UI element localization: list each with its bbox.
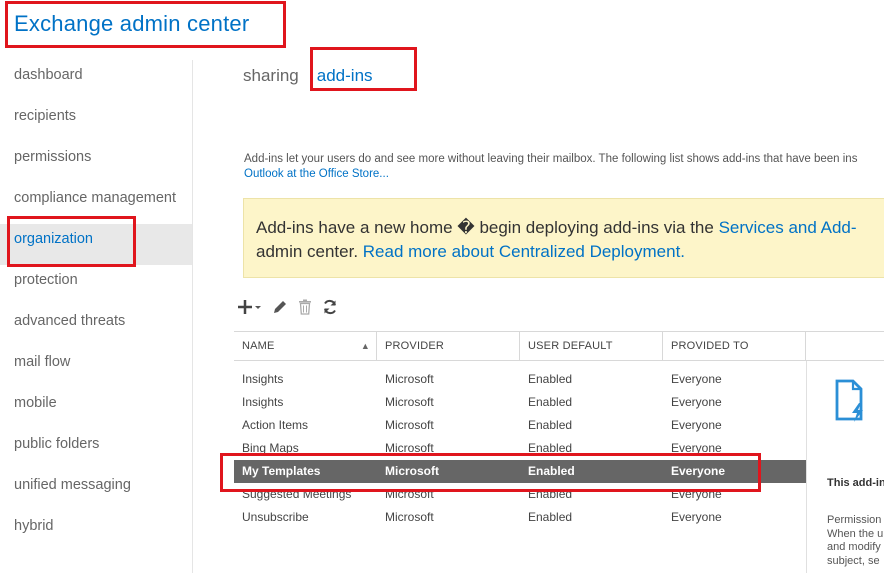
cell-name: Insights: [242, 372, 284, 386]
table-row[interactable]: Insights Microsoft Enabled Everyone: [234, 391, 806, 414]
document-lightning-icon: [835, 379, 865, 428]
table-row[interactable]: Insights Microsoft Enabled Everyone: [234, 368, 806, 391]
sidebar-item-hybrid[interactable]: hybrid: [0, 511, 192, 552]
toolbar: [236, 298, 338, 316]
sort-ascending-icon: ▲: [360, 341, 370, 351]
cell-provided-to: Everyone: [671, 395, 722, 409]
sidebar-item-dashboard[interactable]: dashboard: [0, 60, 192, 101]
app-title: Exchange admin center: [14, 11, 250, 36]
column-name-label: NAME: [242, 340, 275, 352]
table-header: NAME ▲ PROVIDER USER DEFAULT PROVIDED TO: [234, 331, 884, 361]
detail-permissions: Permission When the u and modify subject…: [827, 514, 883, 568]
sidebar-item-compliance-management[interactable]: compliance management: [0, 183, 192, 224]
trash-icon[interactable]: [298, 299, 312, 315]
office-store-link[interactable]: Outlook at the Office Store...: [244, 167, 884, 182]
table-row[interactable]: Action Items Microsoft Enabled Everyone: [234, 414, 806, 437]
addins-table-body: Insights Microsoft Enabled Everyone Insi…: [234, 368, 806, 529]
table-row-selected[interactable]: My Templates Microsoft Enabled Everyone: [234, 460, 806, 483]
tab-add-ins[interactable]: add-ins: [317, 66, 373, 86]
sidebar-nav: dashboard recipients permissions complia…: [0, 60, 193, 573]
sidebar-item-organization[interactable]: organization: [0, 224, 192, 265]
sidebar-item-protection[interactable]: protection: [0, 265, 192, 306]
cell-provider: Microsoft: [385, 372, 434, 386]
cell-user-default: Enabled: [528, 510, 573, 524]
plus-icon[interactable]: [236, 298, 262, 316]
cell-provider: Microsoft: [385, 487, 434, 501]
cell-name: Unsubscribe: [242, 510, 309, 524]
table-row[interactable]: Bing Maps Microsoft Enabled Everyone: [234, 437, 806, 460]
cell-user-default: Enabled: [528, 418, 573, 432]
cell-provided-to: Everyone: [671, 487, 722, 501]
notice-text-2: admin center.: [256, 242, 363, 261]
column-header-user-default[interactable]: USER DEFAULT: [520, 332, 663, 360]
cell-provider: Microsoft: [385, 441, 434, 455]
sidebar-item-mail-flow[interactable]: mail flow: [0, 347, 192, 388]
cell-name: Bing Maps: [242, 441, 299, 455]
notice-line-1: Add-ins have a new home � begin deployin…: [256, 216, 875, 240]
cell-provided-to: Everyone: [671, 372, 722, 386]
cell-provider: Microsoft: [385, 418, 434, 432]
sidebar-item-unified-messaging[interactable]: unified messaging: [0, 470, 192, 511]
detail-heading: This add-in: [827, 477, 884, 489]
table-row[interactable]: Unsubscribe Microsoft Enabled Everyone: [234, 506, 806, 529]
notice-banner: Add-ins have a new home � begin deployin…: [243, 198, 884, 278]
sidebar-item-mobile[interactable]: mobile: [0, 388, 192, 429]
notice-text-1: Add-ins have a new home � begin deployin…: [256, 218, 719, 237]
cell-provided-to: Everyone: [671, 464, 726, 478]
cell-user-default: Enabled: [528, 464, 575, 478]
detail-perm-line-3: and modify: [827, 541, 881, 553]
description-body: Add-ins let your users do and see more w…: [244, 153, 858, 165]
centralized-deployment-link[interactable]: Read more about Centralized Deployment.: [363, 242, 685, 261]
column-header-provider[interactable]: PROVIDER: [377, 332, 520, 360]
cell-provider: Microsoft: [385, 395, 434, 409]
cell-user-default: Enabled: [528, 395, 573, 409]
cell-provided-to: Everyone: [671, 441, 722, 455]
cell-name: Suggested Meetings: [242, 487, 352, 501]
sidebar-item-public-folders[interactable]: public folders: [0, 429, 192, 470]
sidebar-item-advanced-threats[interactable]: advanced threats: [0, 306, 192, 347]
cell-name: My Templates: [242, 464, 321, 478]
sidebar-item-recipients[interactable]: recipients: [0, 101, 192, 142]
column-header-provided-to[interactable]: PROVIDED TO: [663, 332, 806, 360]
pencil-icon[interactable]: [272, 299, 288, 315]
column-header-name[interactable]: NAME ▲: [234, 332, 377, 360]
tab-sharing[interactable]: sharing: [243, 66, 299, 86]
cell-provider: Microsoft: [385, 464, 439, 478]
cell-provided-to: Everyone: [671, 510, 722, 524]
detail-perm-line-2: When the u: [827, 527, 884, 540]
tab-bar: sharing add-ins: [243, 66, 373, 86]
detail-perm-line-1: Permission: [827, 514, 882, 526]
cell-user-default: Enabled: [528, 441, 573, 455]
description-text: Add-ins let your users do and see more w…: [244, 152, 884, 182]
refresh-icon[interactable]: [322, 299, 338, 315]
cell-user-default: Enabled: [528, 372, 573, 386]
table-row[interactable]: Suggested Meetings Microsoft Enabled Eve…: [234, 483, 806, 506]
notice-line-2: admin center. Read more about Centralize…: [256, 240, 875, 264]
cell-user-default: Enabled: [528, 487, 573, 501]
cell-name: Action Items: [242, 418, 309, 432]
cell-provided-to: Everyone: [671, 418, 722, 432]
detail-perm-line-4: subject, se: [827, 554, 880, 567]
sidebar-item-permissions[interactable]: permissions: [0, 142, 192, 183]
cell-name: Insights: [242, 395, 284, 409]
services-addins-link[interactable]: Services and Add-: [719, 218, 857, 237]
cell-provider: Microsoft: [385, 510, 434, 524]
detail-pane: This add-in Permission When the u and mo…: [806, 361, 884, 573]
